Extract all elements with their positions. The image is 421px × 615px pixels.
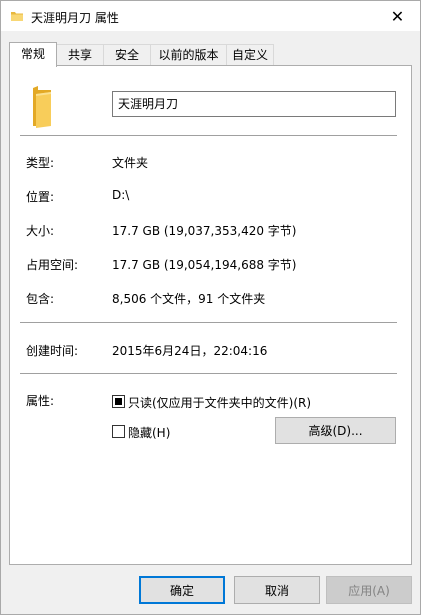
apply-button[interactable]: 应用(A) xyxy=(326,576,412,604)
close-icon: ✕ xyxy=(390,6,405,26)
size-on-disk-value: 17.7 GB (19,054,194,688 字节) xyxy=(112,258,297,272)
hidden-label[interactable]: 隐藏(H) xyxy=(128,424,170,441)
general-panel: 天涯明月刀 类型: 文件夹 位置: D:\ 大小: 17.7 GB (19,03… xyxy=(9,65,412,565)
type-value: 文件夹 xyxy=(112,156,149,170)
type-label: 类型: xyxy=(26,156,55,170)
folder-name-field[interactable]: 天涯明月刀 xyxy=(112,91,396,117)
indeterminate-mark-icon xyxy=(115,398,122,405)
tab-previous-versions[interactable]: 以前的版本 xyxy=(150,44,227,65)
window-title: 天涯明月刀 属性 xyxy=(31,11,119,25)
properties-window: 天涯明月刀 属性 ✕ 常规 共享 安全 以前的版本 自定义 天涯明月刀 类型: … xyxy=(0,0,421,615)
tab-general[interactable]: 常规 xyxy=(9,42,57,67)
cancel-button[interactable]: 取消 xyxy=(234,576,320,604)
size-on-disk-label: 占用空间: xyxy=(26,258,79,272)
contains-value: 8,506 个文件，91 个文件夹 xyxy=(112,292,266,306)
location-label: 位置: xyxy=(26,190,55,204)
created-label: 创建时间: xyxy=(26,344,79,358)
attributes-label: 属性: xyxy=(26,394,55,408)
hidden-checkbox[interactable] xyxy=(112,425,125,438)
folder-icon xyxy=(11,12,23,21)
tab-security[interactable]: 安全 xyxy=(103,44,151,65)
ok-button[interactable]: 确定 xyxy=(139,576,225,604)
title-bar[interactable]: 天涯明月刀 属性 ✕ xyxy=(1,1,420,31)
created-value: 2015年6月24日，22:04:16 xyxy=(112,344,268,358)
size-value: 17.7 GB (19,037,353,420 字节) xyxy=(112,224,297,238)
tab-sharing[interactable]: 共享 xyxy=(56,44,104,65)
contains-label: 包含: xyxy=(26,292,55,306)
readonly-checkbox[interactable] xyxy=(112,395,125,408)
advanced-button[interactable]: 高级(D)... xyxy=(275,417,396,444)
close-button[interactable]: ✕ xyxy=(375,1,420,31)
separator xyxy=(20,373,397,374)
folder-large-icon xyxy=(33,86,51,128)
location-value: D:\ xyxy=(112,188,130,202)
readonly-label[interactable]: 只读(仅应用于文件夹中的文件)(R) xyxy=(128,394,311,411)
tab-customize[interactable]: 自定义 xyxy=(226,44,274,65)
separator xyxy=(20,135,397,136)
separator xyxy=(20,322,397,323)
size-label: 大小: xyxy=(26,224,55,238)
